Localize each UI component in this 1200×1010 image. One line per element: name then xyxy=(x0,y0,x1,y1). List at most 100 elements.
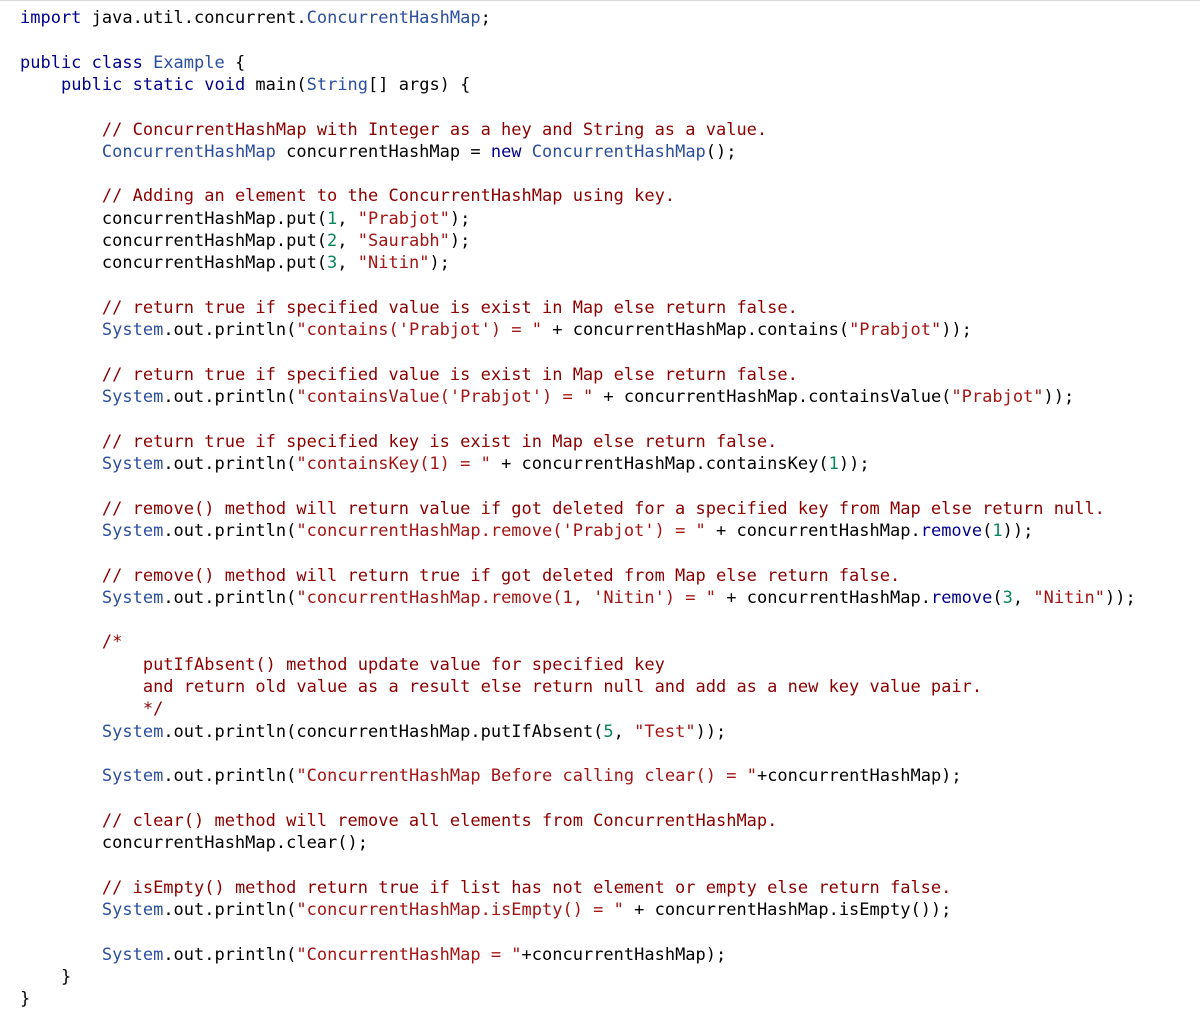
code-token-plain: ; xyxy=(480,8,491,28)
code-token-kw: remove xyxy=(920,520,983,541)
code-token-com: and return old value as a result else re… xyxy=(142,677,983,697)
code-line: } xyxy=(20,988,30,1010)
code-line: concurrentHashMap.clear(); xyxy=(20,832,368,854)
code-line: /* xyxy=(20,631,122,653)
code-line: System.out.println("containsValue('Prabj… xyxy=(20,386,1074,408)
code-token-num: 3 xyxy=(327,253,338,274)
code-token-plain: ( xyxy=(992,587,1003,608)
code-editor[interactable]: import java.util.concurrent.ConcurrentHa… xyxy=(0,0,1200,1010)
code-line: // return true if specified value is exi… xyxy=(20,297,798,319)
code-token-plain: concurrentHashMap.put( xyxy=(20,208,328,229)
code-line: // return true if specified key is exist… xyxy=(20,431,778,453)
code-token-plain: .out.println( xyxy=(163,387,297,408)
code-token-type: System xyxy=(101,454,164,474)
code-token-plain: + concurrentHashMap.contains( xyxy=(542,320,850,341)
code-token-plain: , xyxy=(337,231,358,251)
code-token-plain: , xyxy=(337,208,358,229)
code-token-plain: ); xyxy=(449,231,471,251)
code-line: // isEmpty() method return true if list … xyxy=(20,877,952,899)
code-token-plain: )); xyxy=(1002,520,1034,541)
code-token-str: "concurrentHashMap.isEmpty() = " xyxy=(296,900,624,920)
code-token-num: 1 xyxy=(828,454,839,474)
code-line: concurrentHashMap.put(3, "Nitin"); xyxy=(20,252,450,274)
code-line: // Adding an element to the ConcurrentHa… xyxy=(20,185,675,207)
code-token-type: String xyxy=(306,74,369,95)
code-line: */ xyxy=(20,698,163,720)
code-line: // clear() method will remove all elemen… xyxy=(20,810,778,832)
code-token-plain: + concurrentHashMap. xyxy=(705,520,921,541)
code-line: public class Example { xyxy=(20,52,245,74)
code-line: System.out.println("containsKey(1) = " +… xyxy=(20,453,870,475)
code-token-num: 1 xyxy=(992,520,1003,541)
code-token-plain: main( xyxy=(245,74,307,95)
code-token-num: 5 xyxy=(603,721,614,742)
code-token-type: System xyxy=(101,320,164,341)
code-line: System.out.println("concurrentHashMap.is… xyxy=(20,899,952,921)
code-token-str: "Nitin" xyxy=(357,253,430,274)
code-token-kw: public class xyxy=(20,52,143,73)
code-token-com: // return true if specified value is exi… xyxy=(101,364,798,385)
code-token-str: "ConcurrentHashMap Before calling clear(… xyxy=(296,766,757,787)
code-line: // remove() method will return true if g… xyxy=(20,565,900,587)
code-token-str: "containsValue('Prabjot') = " xyxy=(296,387,594,408)
code-token-plain: .out.println( xyxy=(163,587,297,608)
code-token-com: // isEmpty() method return true if list … xyxy=(101,877,952,898)
code-token-num: 1 xyxy=(327,208,338,229)
code-token-plain: .out.println( xyxy=(163,320,297,341)
code-line: // return true if specified value is exi… xyxy=(20,364,798,386)
code-line: System.out.println("contains('Prabjot') … xyxy=(20,319,972,341)
code-token-kw: remove xyxy=(930,587,993,608)
code-token-plain: + concurrentHashMap.containsKey( xyxy=(490,454,829,474)
code-token-type: System xyxy=(101,900,164,920)
code-token-plain: } xyxy=(20,989,31,1010)
code-token-type: System xyxy=(101,944,164,965)
code-token-str: "concurrentHashMap.remove(1, 'Nitin') = … xyxy=(296,587,717,608)
code-token-plain: .out.println( xyxy=(163,454,297,474)
code-token-plain: concurrentHashMap.put( xyxy=(20,253,328,274)
code-token-plain: { xyxy=(224,52,246,73)
code-token-plain: )); xyxy=(1105,587,1136,608)
code-token-num: 2 xyxy=(327,231,338,251)
code-token-plain: .out.println( xyxy=(163,900,297,920)
code-line: } xyxy=(20,966,71,988)
code-token-str: "concurrentHashMap.remove('Prabjot') = " xyxy=(296,520,706,541)
code-token-com: // return true if specified value is exi… xyxy=(101,297,798,318)
code-token-plain: } xyxy=(20,966,72,987)
code-token-plain: concurrentHashMap.clear(); xyxy=(20,833,368,854)
code-token-type: System xyxy=(101,587,164,608)
code-token-plain: )); xyxy=(941,320,972,341)
code-token-plain: .out.println( xyxy=(163,944,297,965)
code-token-plain: ); xyxy=(429,253,450,274)
code-token-str: "containsKey(1) = " xyxy=(296,454,491,474)
code-token-com: // return true if specified key is exist… xyxy=(101,431,778,452)
code-token-plain: )); xyxy=(695,721,727,742)
code-token-kw: new xyxy=(490,141,522,162)
code-line: System.out.println("ConcurrentHashMap Be… xyxy=(20,765,962,787)
code-token-plain: .out.println(concurrentHashMap.putIfAbse… xyxy=(163,721,604,742)
code-token-str: "Test" xyxy=(634,721,696,742)
code-token-str: "ConcurrentHashMap = " xyxy=(296,944,522,965)
code-line: // ConcurrentHashMap with Integer as a h… xyxy=(20,119,767,141)
code-line: System.out.println("concurrentHashMap.re… xyxy=(20,520,1033,542)
code-token-kw: public static void xyxy=(60,74,246,95)
code-token-plain: concurrentHashMap.put( xyxy=(20,231,328,251)
code-line: and return old value as a result else re… xyxy=(20,676,982,698)
code-token-type: System xyxy=(101,721,164,742)
code-line: public static void main(String[] args) { xyxy=(20,74,470,96)
code-line: concurrentHashMap.put(2, "Saurabh"); xyxy=(20,230,471,252)
code-line: putIfAbsent() method update value for sp… xyxy=(20,654,665,676)
